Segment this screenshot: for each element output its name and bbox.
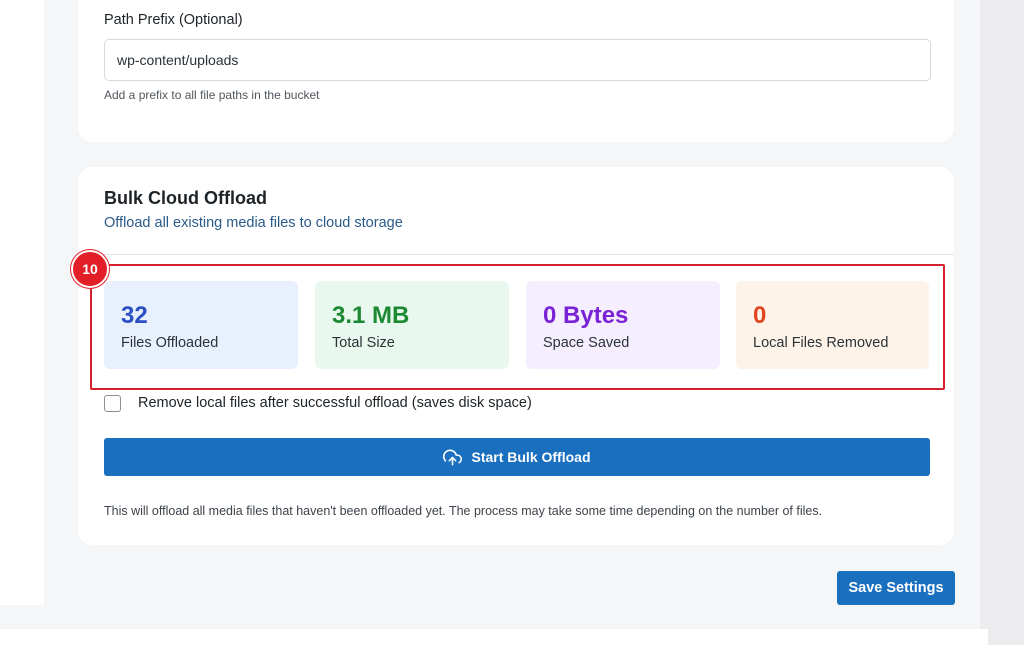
divider — [78, 254, 954, 255]
stat-label: Files Offloaded — [121, 335, 219, 351]
offload-note: This will offload all media files that h… — [104, 504, 823, 518]
stat-value: 3.1 MB — [332, 302, 410, 329]
stat-value: 32 — [121, 302, 148, 329]
right-scroll-area — [980, 0, 1024, 645]
left-panel — [0, 0, 44, 605]
path-prefix-input[interactable] — [104, 39, 931, 81]
save-settings-button[interactable]: Save Settings — [837, 571, 955, 605]
bulk-offload-title: Bulk Cloud Offload — [104, 188, 267, 208]
stat-label: Total Size — [332, 335, 395, 351]
stat-value: 0 Bytes — [543, 302, 629, 329]
step-badge: 10 — [71, 250, 109, 288]
stat-label: Local Files Removed — [753, 335, 889, 351]
path-prefix-help: Add a prefix to all file paths in the bu… — [104, 88, 320, 102]
stat-value: 0 — [753, 302, 767, 329]
stat-total-size: 3.1 MB Total Size — [315, 281, 509, 369]
start-bulk-offload-button[interactable]: Start Bulk Offload — [104, 438, 930, 476]
path-prefix-card: Path Prefix (Optional) Add a prefix to a… — [78, 0, 954, 142]
remove-local-label[interactable]: Remove local files after successful offl… — [138, 395, 532, 411]
stat-local-files-removed: 0 Local Files Removed — [736, 281, 929, 369]
stat-files-offloaded: 32 Files Offloaded — [104, 281, 298, 369]
start-bulk-offload-label: Start Bulk Offload — [471, 449, 591, 465]
bottom-strip — [0, 629, 988, 645]
stat-space-saved: 0 Bytes Space Saved — [526, 281, 720, 369]
cloud-upload-icon — [443, 449, 463, 465]
remove-local-checkbox[interactable] — [104, 394, 121, 412]
stat-label: Space Saved — [543, 335, 630, 351]
bulk-offload-subtitle: Offload all existing media files to clou… — [104, 215, 403, 231]
remove-local-option[interactable]: Remove local files after successful offl… — [104, 393, 532, 413]
path-prefix-label: Path Prefix (Optional) — [104, 12, 243, 28]
